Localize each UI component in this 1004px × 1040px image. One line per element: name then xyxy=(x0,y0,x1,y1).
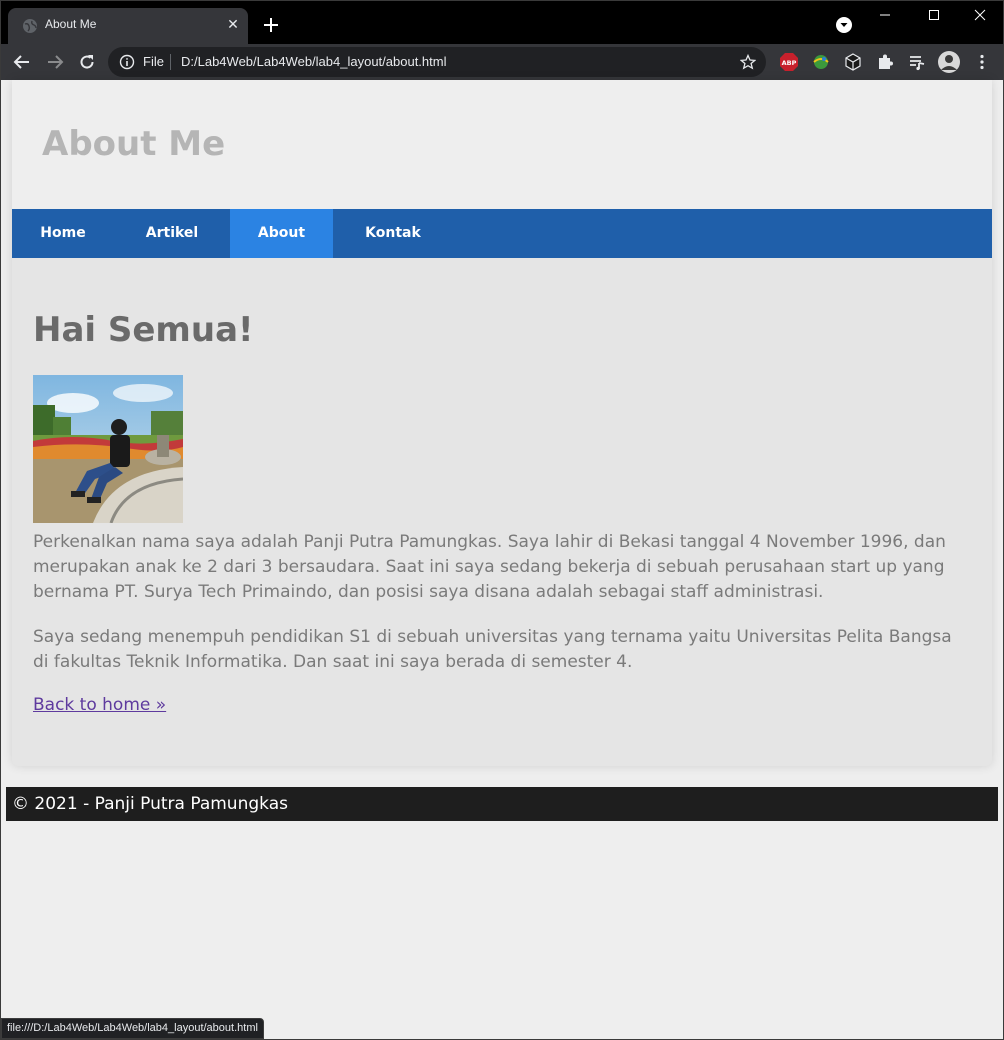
tab-title: About Me xyxy=(45,17,97,31)
extension-cube-icon[interactable] xyxy=(843,52,863,72)
site-footer: © 2021 - Panji Putra Pamungkas xyxy=(6,787,998,821)
browser-titlebar: About Me ✕ xyxy=(0,0,1004,44)
menu-kebab-icon[interactable] xyxy=(972,52,992,72)
site-title: About Me xyxy=(42,124,226,164)
page-viewport: About Me Home Artikel About Kontak Hai S… xyxy=(1,80,1003,1038)
site-header: About Me xyxy=(12,80,992,209)
media-queue-icon[interactable] xyxy=(907,52,927,72)
forward-icon[interactable] xyxy=(45,52,65,72)
address-divider xyxy=(170,54,171,70)
tab-search-icon[interactable] xyxy=(836,17,852,33)
new-tab-icon[interactable] xyxy=(260,14,282,36)
adblock-plus-icon[interactable]: ABP xyxy=(779,52,799,72)
browser-toolbar: File D:/Lab4Web/Lab4Web/lab4_layout/abou… xyxy=(0,44,1004,80)
intro-paragraph: Perkenalkan nama saya adalah Panji Putra… xyxy=(33,532,946,602)
minimize-icon[interactable] xyxy=(870,4,900,26)
bookmark-star-icon[interactable] xyxy=(740,54,756,70)
browser-tab[interactable]: About Me ✕ xyxy=(8,8,248,44)
page-heading: Hai Semua! xyxy=(33,310,254,350)
education-paragraph: Saya sedang menempuh pendidikan S1 di se… xyxy=(33,627,952,672)
nav-item-kontak[interactable]: Kontak xyxy=(333,209,453,258)
extension-globe-icon[interactable] xyxy=(811,52,831,72)
url-scheme-label: File xyxy=(143,54,164,69)
info-icon[interactable] xyxy=(119,54,135,70)
close-window-icon[interactable] xyxy=(965,4,995,26)
reload-icon[interactable] xyxy=(77,52,97,72)
tab-close-icon[interactable]: ✕ xyxy=(224,16,242,34)
profile-photo xyxy=(33,375,183,523)
back-to-home-link[interactable]: Back to home » xyxy=(33,695,166,715)
main-nav: Home Artikel About Kontak xyxy=(12,209,992,258)
url-text[interactable]: D:/Lab4Web/Lab4Web/lab4_layout/about.htm… xyxy=(181,54,446,69)
nav-item-home[interactable]: Home xyxy=(12,209,114,258)
puzzle-icon[interactable] xyxy=(875,52,895,72)
nav-item-about[interactable]: About xyxy=(230,209,333,258)
address-bar[interactable]: File D:/Lab4Web/Lab4Web/lab4_layout/abou… xyxy=(108,47,766,77)
globe-icon xyxy=(23,19,37,33)
status-bar-url: file:///D:/Lab4Web/Lab4Web/lab4_layout/a… xyxy=(1,1018,264,1039)
abp-label: ABP xyxy=(782,59,797,67)
page-container: About Me Home Artikel About Kontak Hai S… xyxy=(12,80,992,766)
back-icon[interactable] xyxy=(12,52,32,72)
nav-item-artikel[interactable]: Artikel xyxy=(114,209,230,258)
profile-avatar[interactable] xyxy=(938,51,960,73)
maximize-icon[interactable] xyxy=(919,4,949,26)
